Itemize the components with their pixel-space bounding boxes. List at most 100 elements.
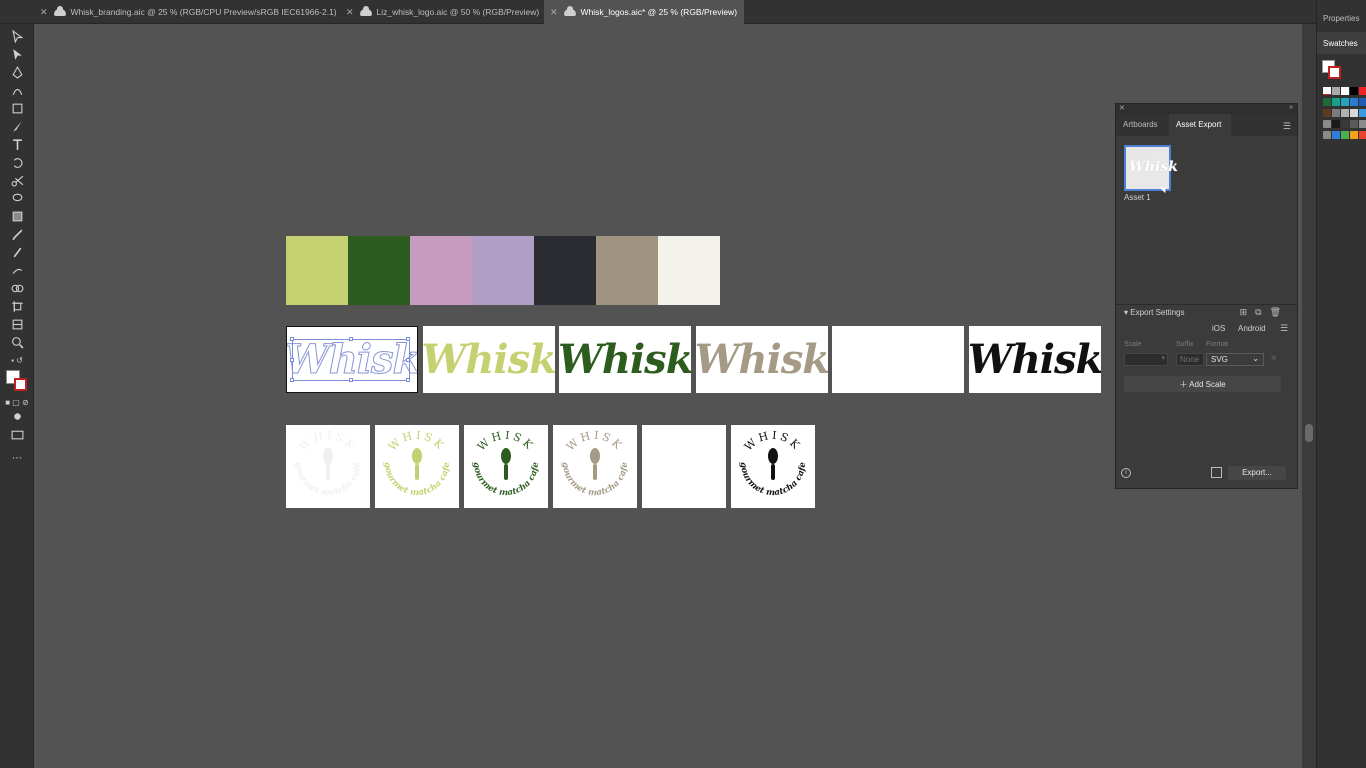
- add-icon[interactable]: ⊞: [1240, 307, 1256, 317]
- eyedropper-tool-icon[interactable]: [9, 226, 25, 242]
- tab-liz-whisk-logo[interactable]: ✕ Liz_whisk_logo.aic @ 50 % (RGB/Preview…: [340, 0, 544, 24]
- wordmark-artboard[interactable]: Whisk: [969, 326, 1101, 393]
- swatches-panel-tab[interactable]: Swatches: [1317, 32, 1366, 54]
- badge-artboard[interactable]: [642, 425, 726, 508]
- color-swatch[interactable]: [1359, 109, 1366, 117]
- wordmark-artboard[interactable]: [832, 326, 965, 393]
- blend-tool-icon[interactable]: [9, 244, 25, 260]
- remove-scale-icon[interactable]: ✕: [1270, 353, 1278, 364]
- asset-thumbnail[interactable]: Whisk: [1124, 145, 1178, 191]
- swap-fill-stroke-icon[interactable]: ▪ ↺: [5, 352, 29, 368]
- launch-export-dialog-icon[interactable]: [1211, 467, 1222, 478]
- list-view-icon[interactable]: ☰: [1280, 323, 1288, 334]
- swatch-folder-icon[interactable]: [1323, 131, 1331, 139]
- screen-mode-icon[interactable]: [9, 426, 25, 442]
- selection-handle[interactable]: [406, 378, 410, 382]
- asset-name[interactable]: Asset 1: [1124, 193, 1151, 202]
- collapse-panel-icon[interactable]: »: [1289, 104, 1293, 111]
- slice-tool-icon[interactable]: [9, 316, 25, 332]
- zoom-tool-icon[interactable]: [9, 334, 25, 350]
- color-swatch[interactable]: [1332, 131, 1340, 139]
- tab-artboards[interactable]: Artboards: [1116, 114, 1169, 136]
- rectangle-tool-icon[interactable]: [9, 100, 25, 116]
- ios-preset-button[interactable]: iOS: [1212, 324, 1225, 333]
- stroke-color-swatch[interactable]: [14, 378, 27, 391]
- direct-selection-tool-icon[interactable]: [9, 46, 25, 62]
- scissors-tool-icon[interactable]: [9, 172, 25, 188]
- color-swatch[interactable]: [1332, 120, 1340, 128]
- color-swatch[interactable]: [1341, 98, 1349, 106]
- stroke-swatch[interactable]: [1328, 66, 1341, 79]
- selection-handle[interactable]: [406, 337, 410, 341]
- color-swatch[interactable]: [1359, 131, 1366, 139]
- gradient-tool-icon[interactable]: [9, 208, 25, 224]
- draw-mode-icon[interactable]: [9, 408, 25, 424]
- wordmark-artboard[interactable]: Whisk: [559, 326, 692, 393]
- color-swatch[interactable]: [1332, 98, 1340, 106]
- badge-artboard[interactable]: WHISK gourmet matcha cafe: [553, 425, 637, 508]
- duplicate-icon[interactable]: ⧉: [1255, 307, 1269, 317]
- shape-builder-tool-icon[interactable]: [9, 280, 25, 296]
- suffix-field[interactable]: None: [1176, 353, 1204, 366]
- wordmark-artboard[interactable]: Whisk: [286, 326, 418, 393]
- selection-handle[interactable]: [290, 337, 294, 341]
- symbol-sprayer-tool-icon[interactable]: [9, 262, 25, 278]
- scrollbar-thumb[interactable]: [1305, 424, 1313, 442]
- export-settings-header[interactable]: ▾ Export Settings: [1124, 308, 1185, 317]
- artboard-tool-icon[interactable]: [9, 298, 25, 314]
- color-palette-artboard[interactable]: [286, 236, 722, 305]
- color-swatch[interactable]: [1341, 87, 1349, 95]
- badge-artboard[interactable]: WHISK gourmet matcha cafe: [375, 425, 459, 508]
- pen-tool-icon[interactable]: [9, 64, 25, 80]
- close-tab-icon[interactable]: ✕: [346, 7, 354, 18]
- add-scale-button[interactable]: ＋ Add Scale: [1124, 376, 1281, 392]
- panel-menu-icon[interactable]: ☰: [1283, 121, 1291, 132]
- close-tab-icon[interactable]: ✕: [40, 7, 48, 18]
- color-swatch[interactable]: [1341, 131, 1349, 139]
- color-swatch[interactable]: [1332, 109, 1340, 117]
- close-panel-icon[interactable]: ✕: [1119, 104, 1125, 112]
- color-swatch[interactable]: [1341, 120, 1349, 128]
- selection-tool-icon[interactable]: [9, 28, 25, 44]
- more-tools-icon[interactable]: ⋯: [9, 450, 25, 466]
- selection-handle[interactable]: [290, 378, 294, 382]
- type-tool-icon[interactable]: [9, 136, 25, 152]
- export-button[interactable]: Export...: [1228, 466, 1286, 480]
- selection-handle[interactable]: [290, 358, 294, 362]
- scale-dropdown-chevron-icon[interactable]: ▾: [1161, 354, 1165, 362]
- selection-handle[interactable]: [406, 358, 410, 362]
- color-swatch[interactable]: [1350, 131, 1358, 139]
- tab-whisk-logos[interactable]: ✕ Whisk_logos.aic* @ 25 % (RGB/Preview): [544, 0, 744, 24]
- color-swatch[interactable]: [1359, 98, 1366, 106]
- selection-handle[interactable]: [349, 337, 353, 341]
- scale-field[interactable]: ▾: [1124, 353, 1168, 366]
- curvature-tool-icon[interactable]: [9, 82, 25, 98]
- swatch-folder-icon[interactable]: [1323, 120, 1331, 128]
- color-swatch[interactable]: [1359, 87, 1366, 95]
- color-swatch[interactable]: [1323, 98, 1331, 106]
- info-icon[interactable]: i: [1121, 468, 1131, 478]
- format-select[interactable]: SVG ⌄: [1206, 353, 1264, 366]
- color-swatch[interactable]: [1350, 87, 1358, 95]
- rotate-tool-icon[interactable]: [9, 154, 25, 170]
- selection-handle[interactable]: [349, 378, 353, 382]
- color-swatch[interactable]: [1350, 109, 1358, 117]
- color-swatch[interactable]: [1323, 109, 1331, 117]
- wordmark-artboard[interactable]: Whisk: [422, 326, 555, 393]
- color-swatch[interactable]: [1323, 87, 1331, 95]
- android-preset-button[interactable]: Android: [1238, 324, 1266, 333]
- wordmark-artboard[interactable]: Whisk: [695, 326, 828, 393]
- trash-icon[interactable]: 🗑: [1270, 307, 1289, 317]
- selection-bounding-box[interactable]: [290, 337, 410, 382]
- properties-panel-tab[interactable]: Properties: [1323, 14, 1359, 23]
- canvas-area[interactable]: [34, 24, 1302, 768]
- tab-asset-export[interactable]: Asset Export: [1169, 114, 1231, 136]
- close-tab-icon[interactable]: ✕: [550, 7, 558, 18]
- paintbrush-tool-icon[interactable]: [9, 118, 25, 134]
- color-swatch[interactable]: [1341, 109, 1349, 117]
- color-swatch[interactable]: [1350, 120, 1358, 128]
- color-swatch[interactable]: [1332, 87, 1340, 95]
- tab-whisk-branding[interactable]: ✕ Whisk_branding.aic @ 25 % (RGB/CPU Pre…: [34, 0, 340, 24]
- lasso-tool-icon[interactable]: [9, 190, 25, 206]
- badge-artboard[interactable]: WHISK gourmet matcha cafe: [464, 425, 548, 508]
